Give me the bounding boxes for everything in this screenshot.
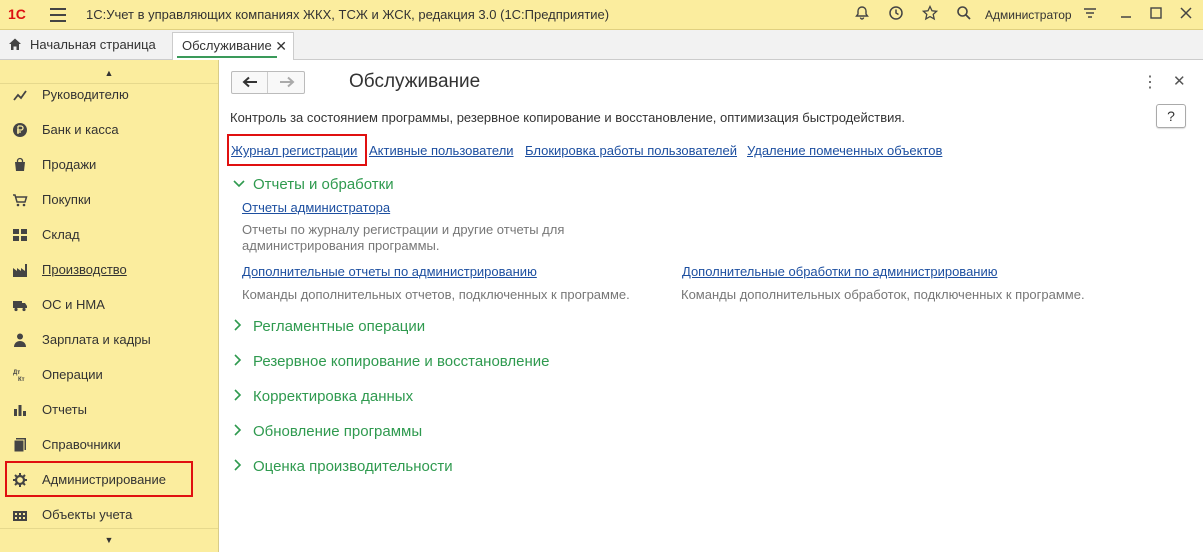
tab-maintenance[interactable]: Обслуживание ✕: [172, 32, 294, 60]
chevron-right-icon: [233, 354, 245, 369]
app-logo: 1С: [8, 6, 26, 22]
link-extra-admin-processing[interactable]: Дополнительные обработки по администриро…: [682, 264, 998, 279]
tab-maintenance-label: Обслуживание: [182, 38, 272, 53]
section-title: Отчеты и обработки: [253, 176, 394, 193]
star-icon[interactable]: [920, 4, 940, 25]
scroll-down-arrow-icon[interactable]: ▼: [0, 528, 218, 550]
section-routine-operations[interactable]: Регламентные операции: [233, 318, 425, 335]
person-icon: [12, 332, 28, 348]
warehouse-icon: [12, 227, 28, 243]
sidebar-item-label: Отчеты: [42, 402, 87, 417]
chevron-right-icon: [233, 424, 245, 439]
ruble-icon: [12, 122, 28, 138]
section-data-correction[interactable]: Корректировка данных: [233, 388, 413, 405]
chevron-down-icon: [233, 177, 245, 192]
section-title: Обновление программы: [253, 423, 423, 440]
link-delete-marked[interactable]: Удаление помеченных объектов: [747, 143, 942, 158]
more-options-icon[interactable]: ⋮: [1142, 72, 1158, 92]
link-admin-reports[interactable]: Отчеты администратора: [242, 200, 390, 215]
main-panel: Обслуживание ⋮ ✕ ? Контроль за состояние…: [220, 60, 1203, 552]
active-tab-indicator: [177, 56, 277, 58]
link-active-users[interactable]: Активные пользователи: [369, 143, 514, 158]
chevron-right-icon: [233, 459, 245, 474]
back-arrow-icon[interactable]: [232, 72, 268, 93]
sidebar-item-label: Справочники: [42, 437, 121, 452]
sidebar-item-label: Операции: [42, 367, 103, 382]
sidebar-item-sales[interactable]: Продажи: [0, 148, 218, 183]
section-program-update[interactable]: Обновление программы: [233, 423, 422, 440]
bell-icon[interactable]: [852, 5, 872, 25]
minimize-icon[interactable]: [1116, 5, 1136, 25]
sidebar-item-production[interactable]: Производство: [0, 253, 218, 288]
tab-strip: Начальная страница Обслуживание ✕: [0, 30, 1203, 60]
sidebar-item-catalogs[interactable]: Справочники: [0, 428, 218, 463]
svg-text:Кт: Кт: [18, 377, 25, 383]
section-performance[interactable]: Оценка производительности: [233, 458, 453, 475]
dt-kt-icon: Дт Кт: [12, 367, 28, 383]
sidebar-item-label: Продажи: [42, 157, 97, 172]
close-form-icon[interactable]: ✕: [1173, 72, 1186, 90]
user-name[interactable]: Администратор: [985, 8, 1072, 22]
factory-icon: [12, 262, 28, 278]
app-title: 1С:Учет в управляющих компаниях ЖКХ, ТСЖ…: [86, 7, 610, 22]
link-block-users[interactable]: Блокировка работы пользователей: [525, 143, 737, 158]
history-nav: [231, 71, 305, 94]
history-icon[interactable]: [886, 5, 906, 25]
sidebar-item-manager[interactable]: Руководителю: [0, 78, 218, 113]
sidebar-item-label: Склад: [42, 227, 80, 242]
extra-processing-description: Команды дополнительных обработок, подклю…: [681, 287, 1085, 302]
section-title: Оценка производительности: [253, 458, 453, 475]
main-menu-icon[interactable]: [50, 8, 66, 22]
title-bar: 1С 1С:Учет в управляющих компаниях ЖКХ, …: [0, 0, 1203, 30]
chart-line-icon: [12, 87, 28, 103]
sidebar-item-salary[interactable]: Зарплата и кадры: [0, 323, 218, 358]
books-icon: [12, 437, 28, 453]
close-window-icon[interactable]: [1176, 5, 1196, 25]
page-title: Обслуживание: [349, 71, 481, 92]
highlight-frame-event-log: [227, 134, 367, 166]
help-button[interactable]: ?: [1156, 104, 1186, 128]
svg-text:Дт: Дт: [13, 370, 20, 376]
sidebar-item-label: Объекты учета: [42, 507, 133, 522]
chevron-right-icon: [233, 319, 245, 334]
sidebar-item-purchases[interactable]: Покупки: [0, 183, 218, 218]
section-reports-processing[interactable]: Отчеты и обработки: [233, 176, 394, 193]
chevron-right-icon: [233, 389, 245, 404]
link-extra-admin-reports[interactable]: Дополнительные отчеты по администрирован…: [242, 264, 537, 279]
building-icon: [12, 507, 28, 523]
sidebar-item-bank[interactable]: Банк и касса: [0, 113, 218, 148]
sidebar-item-warehouse[interactable]: Склад: [0, 218, 218, 253]
truck-icon: [12, 297, 28, 313]
tab-home-label: Начальная страница: [30, 37, 156, 52]
bar-chart-icon: [12, 402, 28, 418]
section-title: Регламентные операции: [253, 318, 426, 335]
highlight-frame-administration: [5, 461, 193, 497]
maximize-icon[interactable]: [1146, 5, 1166, 25]
home-icon: [9, 38, 21, 50]
sidebar-item-operations[interactable]: Дт Кт Операции: [0, 358, 218, 393]
bag-icon: [12, 157, 28, 173]
sidebar-item-label: Банк и касса: [42, 122, 119, 137]
close-tab-icon[interactable]: ✕: [275, 33, 287, 59]
settings-menu-icon[interactable]: [1080, 5, 1100, 25]
admin-reports-description-line2: администрирования программы.: [242, 238, 440, 253]
sidebar: ▲ Руководителю Банк и касса Продажи Поку…: [0, 60, 219, 552]
tab-home[interactable]: Начальная страница: [0, 30, 168, 60]
section-title: Корректировка данных: [253, 388, 414, 405]
sidebar-item-label: Зарплата и кадры: [42, 332, 151, 347]
admin-reports-description-line1: Отчеты по журналу регистрации и другие о…: [242, 222, 565, 237]
sidebar-item-label: Покупки: [42, 192, 91, 207]
section-title: Резервное копирование и восстановление: [253, 353, 550, 370]
cart-icon: [12, 192, 28, 208]
section-backup[interactable]: Резервное копирование и восстановление: [233, 353, 550, 370]
sidebar-item-label: Производство: [42, 262, 127, 277]
sidebar-item-reports[interactable]: Отчеты: [0, 393, 218, 428]
sidebar-item-label: Руководителю: [42, 87, 129, 102]
sidebar-item-label: ОС и НМА: [42, 297, 105, 312]
forward-arrow-icon[interactable]: [269, 72, 305, 93]
extra-reports-description: Команды дополнительных отчетов, подключе…: [242, 287, 630, 302]
page-description: Контроль за состоянием программы, резерв…: [230, 110, 906, 125]
search-icon[interactable]: [954, 5, 974, 25]
sidebar-item-fixed-assets[interactable]: ОС и НМА: [0, 288, 218, 323]
